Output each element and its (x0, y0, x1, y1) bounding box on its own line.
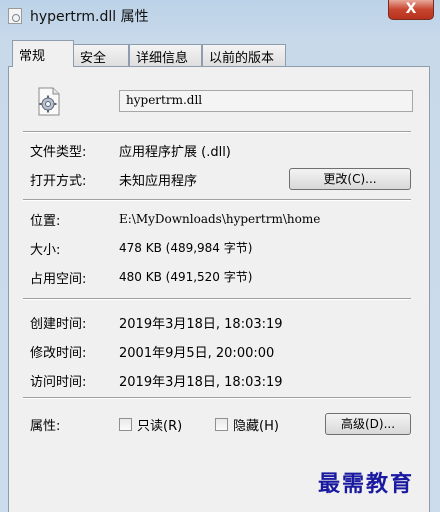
hidden-label[interactable]: 隐藏(H) (233, 415, 279, 434)
tab-security[interactable]: 安全 (73, 44, 129, 66)
size-on-disk-value: 480 KB (491,520 字节) (119, 270, 253, 284)
window-title: hypertrm.dll 属性 (30, 9, 149, 25)
created-label: 创建时间: (30, 317, 87, 332)
separator (23, 397, 411, 399)
size-on-disk-label: 占用空间: (30, 272, 87, 287)
general-tab-panel: hypertrm.dll 文件类型: 应用程序扩展 (.dll) 打开方式: 未… (8, 66, 430, 512)
title-bar[interactable]: hypertrm.dll 属性 X (0, 0, 440, 32)
file-name-field[interactable]: hypertrm.dll (119, 90, 413, 112)
hidden-checkbox[interactable] (215, 418, 228, 431)
separator (23, 199, 411, 201)
dll-file-icon (8, 8, 22, 24)
tab-previous-versions[interactable]: 以前的版本 (202, 44, 286, 66)
location-label: 位置: (30, 214, 61, 229)
separator (23, 131, 411, 133)
accessed-value: 2019年3月18日, 18:03:19 (119, 375, 283, 390)
watermark-logo: 最需教育 (318, 471, 415, 497)
properties-window: hypertrm.dll 属性 X 常规 安全 详细信息 以前的版本 hyper… (0, 0, 440, 512)
opens-with-value: 未知应用程序 (119, 174, 198, 189)
tab-general[interactable]: 常规 (12, 40, 74, 67)
accessed-label: 访问时间: (30, 375, 87, 390)
tab-details[interactable]: 详细信息 (129, 44, 202, 66)
file-type-label: 文件类型: (30, 145, 87, 160)
created-value: 2019年3月18日, 18:03:19 (119, 317, 283, 332)
readonly-label[interactable]: 只读(R) (137, 415, 182, 434)
close-button[interactable]: X (388, 0, 434, 20)
modified-label: 修改时间: (30, 346, 87, 361)
opens-with-label: 打开方式: (30, 174, 87, 189)
advanced-button[interactable]: 高级(D)... (325, 413, 411, 435)
gear-document-icon (38, 87, 60, 116)
separator (23, 298, 411, 300)
attributes-label: 属性: (30, 419, 61, 434)
modified-value: 2001年9月5日, 20:00:00 (119, 346, 275, 361)
size-value: 478 KB (489,984 字节) (119, 241, 253, 255)
size-label: 大小: (30, 243, 61, 258)
change-button[interactable]: 更改(C)... (289, 168, 411, 190)
file-type-value: 应用程序扩展 (.dll) (119, 145, 231, 160)
location-value: E:\MyDownloads\hypertrm\home (119, 212, 321, 226)
readonly-checkbox[interactable] (119, 418, 132, 431)
